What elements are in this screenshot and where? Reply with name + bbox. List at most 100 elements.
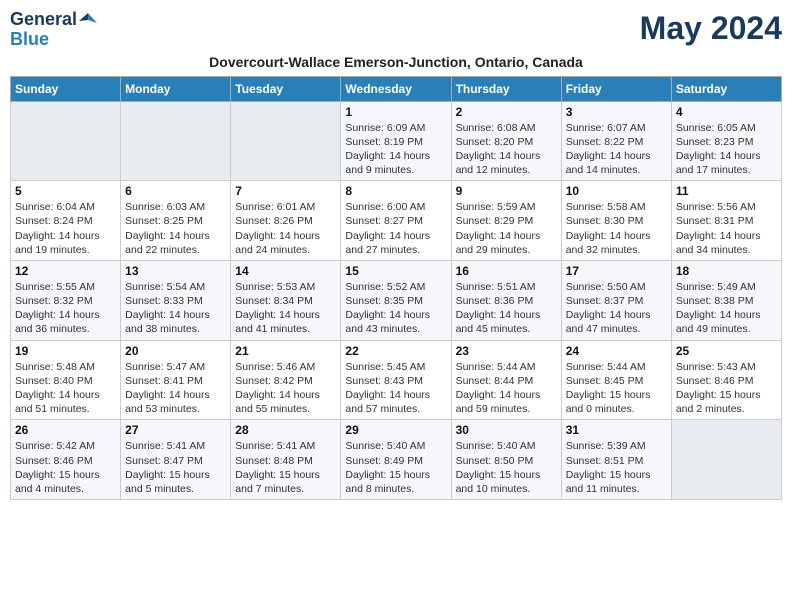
day-info: Sunrise: 5:47 AMSunset: 8:41 PMDaylight:… [125,360,226,417]
day-number: 19 [15,344,116,358]
day-number: 13 [125,264,226,278]
day-number: 31 [566,423,667,437]
calendar-cell: 3 Sunrise: 6:07 AMSunset: 8:22 PMDaylight… [561,101,671,181]
logo: General Blue [10,10,97,50]
calendar-cell: 24 Sunrise: 5:44 AMSunset: 8:45 PMDayligh… [561,340,671,420]
day-number: 4 [676,105,777,119]
calendar-cell: 16Sunrise: 5:51 AMSunset: 8:36 PMDayligh… [451,260,561,340]
calendar-cell: 10 Sunrise: 5:58 AMSunset: 8:30 PMDayligh… [561,181,671,261]
day-info: Sunrise: 5:39 AMSunset: 8:51 PMDaylight:… [566,439,667,496]
day-number: 26 [15,423,116,437]
calendar-cell: 2 Sunrise: 6:08 AMSunset: 8:20 PMDaylight… [451,101,561,181]
location-text: Dovercourt-Wallace Emerson-Junction, Ont… [10,54,782,70]
calendar-cell [121,101,231,181]
calendar-cell: 7Sunrise: 6:01 AMSunset: 8:26 PMDaylight… [231,181,341,261]
calendar-cell: 9 Sunrise: 5:59 AMSunset: 8:29 PMDaylight… [451,181,561,261]
calendar-cell [11,101,121,181]
day-info: Sunrise: 5:40 AMSunset: 8:50 PMDaylight:… [456,439,557,496]
calendar-cell: 12 Sunrise: 5:55 AMSunset: 8:32 PMDayligh… [11,260,121,340]
calendar-cell: 26Sunrise: 5:42 AMSunset: 8:46 PMDayligh… [11,420,121,500]
calendar-cell: 11 Sunrise: 5:56 AMSunset: 8:31 PMDayligh… [671,181,781,261]
day-number: 27 [125,423,226,437]
day-number: 3 [566,105,667,119]
calendar-cell: 19 Sunrise: 5:48 AMSunset: 8:40 PMDayligh… [11,340,121,420]
day-number: 5 [15,184,116,198]
header-saturday: Saturday [671,76,781,101]
day-info: Sunrise: 5:58 AMSunset: 8:30 PMDaylight:… [566,200,667,257]
calendar-cell: 20 Sunrise: 5:47 AMSunset: 8:41 PMDayligh… [121,340,231,420]
day-number: 29 [345,423,446,437]
calendar-cell: 23Sunrise: 5:44 AMSunset: 8:44 PMDayligh… [451,340,561,420]
calendar-cell: 17 Sunrise: 5:50 AMSunset: 8:37 PMDayligh… [561,260,671,340]
day-number: 15 [345,264,446,278]
logo-blue-text: Blue [10,30,49,50]
day-info: Sunrise: 6:05 AMSunset: 8:23 PMDaylight:… [676,121,777,178]
day-number: 11 [676,184,777,198]
calendar-header-row: SundayMondayTuesdayWednesdayThursdayFrid… [11,76,782,101]
calendar-cell: 8Sunrise: 6:00 AMSunset: 8:27 PMDaylight… [341,181,451,261]
day-info: Sunrise: 6:08 AMSunset: 8:20 PMDaylight:… [456,121,557,178]
day-number: 21 [235,344,336,358]
day-number: 2 [456,105,557,119]
header-friday: Friday [561,76,671,101]
day-info: Sunrise: 5:54 AMSunset: 8:33 PMDaylight:… [125,280,226,337]
calendar-cell: 1 Sunrise: 6:09 AMSunset: 8:19 PMDaylight… [341,101,451,181]
header-sunday: Sunday [11,76,121,101]
calendar-cell: 5 Sunrise: 6:04 AMSunset: 8:24 PMDaylight… [11,181,121,261]
day-info: Sunrise: 6:07 AMSunset: 8:22 PMDaylight:… [566,121,667,178]
day-number: 20 [125,344,226,358]
day-info: Sunrise: 5:48 AMSunset: 8:40 PMDaylight:… [15,360,116,417]
day-info: Sunrise: 5:46 AMSunset: 8:42 PMDaylight:… [235,360,336,417]
day-info: Sunrise: 5:44 AMSunset: 8:45 PMDaylight:… [566,360,667,417]
calendar-cell: 21 Sunrise: 5:46 AMSunset: 8:42 PMDayligh… [231,340,341,420]
day-number: 9 [456,184,557,198]
header-thursday: Thursday [451,76,561,101]
page-header: General Blue May 2024 [10,10,782,50]
calendar-cell: 30 Sunrise: 5:40 AMSunset: 8:50 PMDayligh… [451,420,561,500]
day-info: Sunrise: 5:53 AMSunset: 8:34 PMDaylight:… [235,280,336,337]
calendar-cell: 6 Sunrise: 6:03 AMSunset: 8:25 PMDaylight… [121,181,231,261]
calendar-week-2: 5 Sunrise: 6:04 AMSunset: 8:24 PMDaylight… [11,181,782,261]
day-number: 16 [456,264,557,278]
day-info: Sunrise: 6:03 AMSunset: 8:25 PMDaylight:… [125,200,226,257]
calendar-week-3: 12 Sunrise: 5:55 AMSunset: 8:32 PMDayligh… [11,260,782,340]
day-number: 28 [235,423,336,437]
calendar-cell: 4 Sunrise: 6:05 AMSunset: 8:23 PMDaylight… [671,101,781,181]
day-number: 25 [676,344,777,358]
day-number: 17 [566,264,667,278]
day-number: 6 [125,184,226,198]
calendar-cell [671,420,781,500]
day-number: 14 [235,264,336,278]
calendar-cell: 22Sunrise: 5:45 AMSunset: 8:43 PMDayligh… [341,340,451,420]
day-info: Sunrise: 5:52 AMSunset: 8:35 PMDaylight:… [345,280,446,337]
calendar-cell: 15 Sunrise: 5:52 AMSunset: 8:35 PMDayligh… [341,260,451,340]
calendar-cell: 13 Sunrise: 5:54 AMSunset: 8:33 PMDayligh… [121,260,231,340]
calendar-cell: 18Sunrise: 5:49 AMSunset: 8:38 PMDayligh… [671,260,781,340]
calendar-cell: 25Sunrise: 5:43 AMSunset: 8:46 PMDayligh… [671,340,781,420]
logo-bird-icon [79,11,97,29]
day-info: Sunrise: 5:56 AMSunset: 8:31 PMDaylight:… [676,200,777,257]
month-title: May 2024 [640,10,782,47]
calendar-cell [231,101,341,181]
day-number: 22 [345,344,446,358]
day-number: 1 [345,105,446,119]
day-info: Sunrise: 5:50 AMSunset: 8:37 PMDaylight:… [566,280,667,337]
day-number: 12 [15,264,116,278]
calendar-week-5: 26Sunrise: 5:42 AMSunset: 8:46 PMDayligh… [11,420,782,500]
day-info: Sunrise: 5:49 AMSunset: 8:38 PMDaylight:… [676,280,777,337]
day-info: Sunrise: 6:04 AMSunset: 8:24 PMDaylight:… [15,200,116,257]
day-number: 7 [235,184,336,198]
day-info: Sunrise: 5:55 AMSunset: 8:32 PMDaylight:… [15,280,116,337]
day-info: Sunrise: 5:59 AMSunset: 8:29 PMDaylight:… [456,200,557,257]
day-info: Sunrise: 6:00 AMSunset: 8:27 PMDaylight:… [345,200,446,257]
day-number: 10 [566,184,667,198]
calendar-table: SundayMondayTuesdayWednesdayThursdayFrid… [10,76,782,500]
header-wednesday: Wednesday [341,76,451,101]
day-info: Sunrise: 6:09 AMSunset: 8:19 PMDaylight:… [345,121,446,178]
calendar-week-1: 1 Sunrise: 6:09 AMSunset: 8:19 PMDaylight… [11,101,782,181]
day-number: 30 [456,423,557,437]
day-number: 24 [566,344,667,358]
calendar-cell: 28 Sunrise: 5:41 AMSunset: 8:48 PMDayligh… [231,420,341,500]
day-info: Sunrise: 5:41 AMSunset: 8:48 PMDaylight:… [235,439,336,496]
calendar-week-4: 19 Sunrise: 5:48 AMSunset: 8:40 PMDayligh… [11,340,782,420]
